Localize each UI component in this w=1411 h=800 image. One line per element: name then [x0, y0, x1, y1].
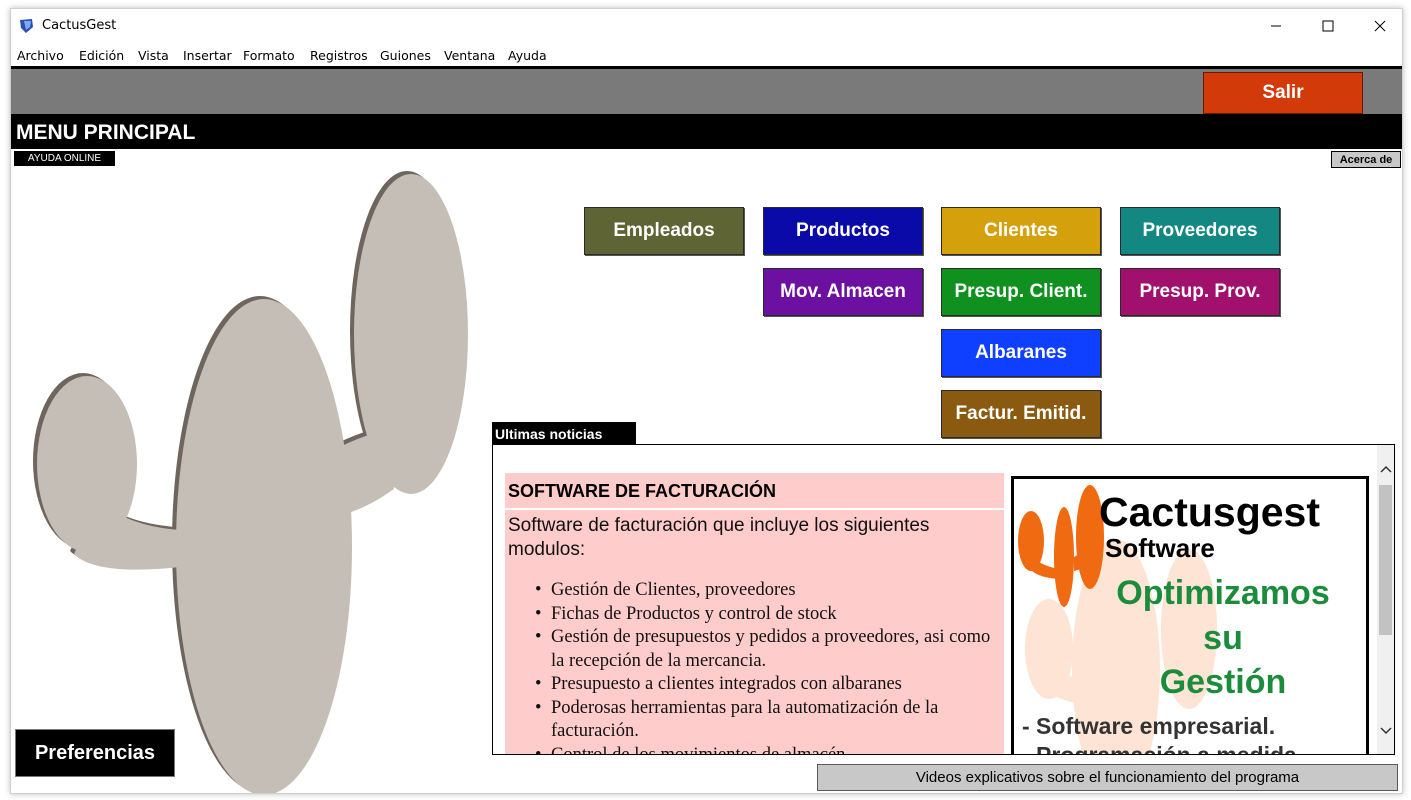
menu-guiones[interactable]: Guiones	[380, 48, 431, 63]
list-item: Gestión de presupuestos y pedidos a prov…	[535, 626, 995, 673]
promo-slogan-3: Gestión	[1159, 663, 1287, 701]
news-article: SOFTWARE DE FACTURACIÓN Software de fact…	[505, 473, 1004, 755]
presup-client-button[interactable]: Presup. Client.	[941, 268, 1101, 316]
empleados-button[interactable]: Empleados	[584, 207, 744, 255]
clientes-button[interactable]: Clientes	[941, 207, 1101, 255]
menu-formato[interactable]: Formato	[243, 48, 295, 63]
news-scrollbar[interactable]	[1377, 445, 1394, 754]
news-intro: Software de facturación que incluye los …	[508, 515, 930, 560]
list-item: Fichas de Productos y control de stock	[535, 603, 995, 627]
scroll-up-button[interactable]	[1377, 459, 1394, 479]
maximize-icon	[1322, 20, 1334, 32]
videos-button[interactable]: Videos explicativos sobre el funcionamie…	[817, 764, 1398, 791]
list-item: Presupuesto a clientes integrados con al…	[535, 673, 995, 697]
preferences-button[interactable]: Preferencias	[15, 729, 175, 777]
news-list: Gestión de Clientes, proveedores Fichas …	[535, 579, 995, 755]
menu-registros[interactable]: Registros	[310, 48, 368, 63]
promo-line-2: - Programación a medida	[1022, 742, 1297, 755]
title-bar: CactusGest	[11, 9, 1402, 43]
promo-slogan-2: su	[1203, 619, 1243, 657]
toolbar: Salir	[11, 66, 1402, 114]
promo-slogan-1: Optimizamos	[1116, 574, 1330, 612]
header-bar: MENU PRINCIPAL	[11, 114, 1402, 149]
cactus-logo-graphic	[33, 171, 468, 793]
window-title: CactusGest	[42, 18, 117, 33]
about-button[interactable]: Acerca de	[1331, 151, 1401, 168]
app-logo-icon	[20, 19, 33, 33]
news-tab: Ultimas noticias	[492, 422, 636, 445]
minimize-button[interactable]	[1250, 9, 1302, 43]
minimize-icon	[1271, 25, 1281, 27]
proveedores-button[interactable]: Proveedores	[1120, 207, 1280, 255]
factur-emitid-button[interactable]: Factur. Emitid.	[941, 390, 1101, 438]
maximize-button[interactable]	[1302, 9, 1354, 43]
menu-vista[interactable]: Vista	[138, 48, 169, 63]
news-panel: SOFTWARE DE FACTURACIÓN Software de fact…	[492, 444, 1395, 755]
albaranes-button[interactable]: Albaranes	[941, 329, 1101, 377]
presup-prov-button[interactable]: Presup. Prov.	[1120, 268, 1280, 316]
productos-button[interactable]: Productos	[763, 207, 923, 255]
menu-archivo[interactable]: Archivo	[17, 48, 64, 63]
scroll-thumb[interactable]	[1379, 485, 1392, 635]
list-item: Control de los movimientos de almacén	[535, 744, 995, 755]
list-item: Poderosas herramientas para la automatiz…	[535, 697, 995, 744]
chevron-up-icon	[1379, 465, 1392, 473]
menu-edicion[interactable]: Edición	[79, 48, 124, 63]
menu-insertar[interactable]: Insertar	[183, 48, 232, 63]
exit-button[interactable]: Salir	[1203, 72, 1363, 114]
close-icon	[1374, 20, 1386, 32]
app-window: CactusGest Archivo Edición Vista Inserta…	[10, 8, 1403, 794]
chevron-down-icon	[1379, 727, 1392, 735]
news-heading: SOFTWARE DE FACTURACIÓN	[505, 473, 1004, 510]
menu-ayuda[interactable]: Ayuda	[508, 48, 547, 63]
close-button[interactable]	[1354, 9, 1402, 43]
page-title: MENU PRINCIPAL	[16, 121, 196, 144]
promo-banner: Cactusgest Software Optimizamos su Gesti…	[1011, 476, 1369, 755]
promo-line-1: - Software empresarial.	[1022, 713, 1276, 739]
promo-software: Software	[1105, 533, 1215, 563]
promo-brand: Cactusgest	[1099, 489, 1321, 535]
scroll-down-button[interactable]	[1377, 721, 1394, 741]
menu-bar: Archivo Edición Vista Insertar Formato R…	[11, 43, 1402, 66]
list-item: Gestión de Clientes, proveedores	[535, 579, 995, 603]
menu-ventana[interactable]: Ventana	[444, 48, 495, 63]
mov-almacen-button[interactable]: Mov. Almacen	[763, 268, 923, 316]
